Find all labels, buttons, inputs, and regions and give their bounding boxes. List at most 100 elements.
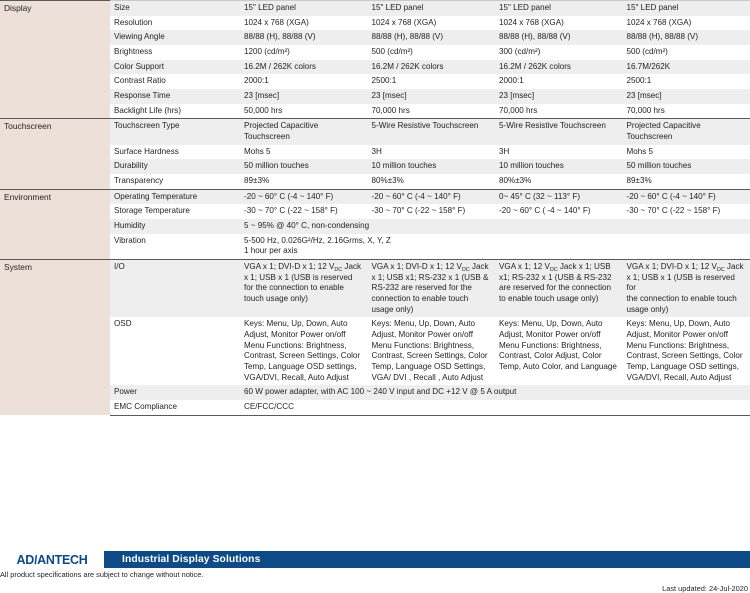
- spec-value-cell: 88/88 (H), 88/88 (V): [495, 30, 623, 45]
- spec-value-cell: 50 million touches: [240, 159, 368, 174]
- spec-value-cell: -30 ~ 70° C (-22 ~ 158° F): [623, 204, 750, 219]
- spec-value-cell: 1200 (cd/m²): [240, 45, 368, 60]
- spec-value-cell: VGA x 1; DVI-D x 1; 12 VDC Jack x 1; USB…: [623, 260, 750, 318]
- spec-name-cell: Contrast Ratio: [110, 74, 240, 89]
- spec-value-cell: Keys: Menu, Up, Down, Auto Adjust, Monit…: [495, 317, 623, 385]
- section-group-label: Environment: [0, 189, 110, 259]
- section-group-label: Touchscreen: [0, 119, 110, 189]
- spec-value-cell: 23 [msec]: [368, 89, 496, 104]
- spec-value-cell: 15" LED panel: [495, 1, 623, 16]
- spec-name-cell: Resolution: [110, 16, 240, 31]
- spec-value-cell: Keys: Menu, Up, Down, Auto Adjust, Monit…: [240, 317, 368, 385]
- spec-value-cell: 23 [msec]: [495, 89, 623, 104]
- spec-value-cell: 70,000 hrs: [368, 104, 496, 119]
- table-row: Brightness1200 (cd/m²) 500 (cd/m²)300 (cd…: [0, 45, 750, 60]
- table-row: Backlight Life (hrs)50,000 hrs70,000 hrs…: [0, 104, 750, 119]
- table-row: Durability50 million touches10 million t…: [0, 159, 750, 174]
- spec-name-cell: Durability: [110, 159, 240, 174]
- spec-value-cell: 89±3%: [623, 174, 750, 189]
- spec-name-cell: Backlight Life (hrs): [110, 104, 240, 119]
- spec-value-cell: 0~ 45° C (32 ~ 113° F): [495, 189, 623, 204]
- spec-name-cell: Transparency: [110, 174, 240, 189]
- spec-value-cell: 5-500 Hz, 0.026G²/Hz, 2.16Grms, X, Y, Z1…: [240, 234, 750, 260]
- table-row: SystemI/OVGA x 1; DVI-D x 1; 12 VDC Jack…: [0, 260, 750, 318]
- spec-value-cell: 2000:1: [240, 74, 368, 89]
- table-row: Viewing Angle88/88 (H), 88/88 (V)88/88 (…: [0, 30, 750, 45]
- spec-value-cell: VGA x 1; DVI-D x 1; 12 VDC Jack x 1; USB…: [240, 260, 368, 318]
- spec-value-cell: 500 (cd/m²): [623, 45, 750, 60]
- spec-value-cell: 1024 x 768 (XGA): [368, 16, 496, 31]
- footer-brand-bar: AD\ANTECH Industrial Display Solutions: [0, 551, 750, 568]
- spec-name-cell: Color Support: [110, 60, 240, 75]
- spec-name-cell: Vibration: [110, 234, 240, 260]
- spec-value-cell: 3H: [368, 145, 496, 160]
- spec-name-cell: Viewing Angle: [110, 30, 240, 45]
- table-row: Resolution1024 x 768 (XGA)1024 x 768 (XG…: [0, 16, 750, 31]
- spec-value-cell: -20 ~ 60° C (-4 ~ 140° F): [623, 189, 750, 204]
- disclaimer-text: All product specifications are subject t…: [0, 570, 203, 579]
- spec-value-cell: 50 million touches: [623, 159, 750, 174]
- spec-name-cell: Operating Temperature: [110, 189, 240, 204]
- table-row: Storage Temperature -30 ~ 70° C (-22 ~ 15…: [0, 204, 750, 219]
- spec-value-cell: 16.7M/262K: [623, 60, 750, 75]
- spec-value-cell: CE/FCC/CCC: [240, 400, 750, 415]
- spec-value-cell: VGA x 1; DVI-D x 1; 12 VDC Jack x 1; USB…: [368, 260, 496, 318]
- spec-value-cell: 300 (cd/m²): [495, 45, 623, 60]
- spec-value-cell: 88/88 (H), 88/88 (V): [240, 30, 368, 45]
- table-row: Surface HardnessMohs 53H3HMohs 5: [0, 145, 750, 160]
- page-footer: AD\ANTECH Industrial Display Solutions A…: [0, 551, 750, 593]
- spec-name-cell: Touchscreen Type: [110, 119, 240, 145]
- spec-value-cell: -20 ~ 60° C (-4 ~ 140° F): [368, 189, 496, 204]
- spec-value-cell: 89±3%: [240, 174, 368, 189]
- spec-value-cell: 5 ~ 95% @ 40° C, non-condensing: [240, 219, 750, 234]
- spec-value-cell: 2000:1: [495, 74, 623, 89]
- specification-table: DisplaySize15" LED panel15" LED panel15"…: [0, 0, 750, 416]
- spec-value-cell: 5-Wire Resistive Touchscreen: [495, 119, 623, 145]
- spec-name-cell: Brightness: [110, 45, 240, 60]
- footer-note-row: All product specifications are subject t…: [0, 568, 750, 593]
- table-row: OSDKeys: Menu, Up, Down, Auto Adjust, Mo…: [0, 317, 750, 385]
- spec-value-cell: 16.2M / 262K colors: [240, 60, 368, 75]
- spec-value-cell: Keys: Menu, Up, Down, Auto Adjust, Monit…: [368, 317, 496, 385]
- section-group-label: Display: [0, 1, 110, 119]
- spec-value-cell: 15" LED panel: [368, 1, 496, 16]
- spec-name-cell: Storage Temperature: [110, 204, 240, 219]
- spec-name-cell: Power: [110, 385, 240, 400]
- spec-value-cell: 5-Wire Resistive Touchscreen: [368, 119, 496, 145]
- spec-value-cell: Projected Capacitive Touchscreen: [623, 119, 750, 145]
- spec-value-cell: VGA x 1; 12 VDC Jack x 1; USB x1; RS-232…: [495, 260, 623, 318]
- spec-value-cell: 1024 x 768 (XGA): [240, 16, 368, 31]
- spec-value-cell: 2500:1: [623, 74, 750, 89]
- spec-name-cell: Humidity: [110, 219, 240, 234]
- logo-text-after: ANTECH: [37, 553, 87, 567]
- spec-value-cell: 70,000 hrs: [623, 104, 750, 119]
- spec-value-cell: 80%±3%: [368, 174, 496, 189]
- spec-name-cell: EMC Compliance: [110, 400, 240, 415]
- specification-table-body: DisplaySize15" LED panel15" LED panel15"…: [0, 1, 750, 416]
- table-row: Color Support16.2M / 262K colors16.2M / …: [0, 60, 750, 75]
- table-row: Transparency89±3%80%±3%80%±3%89±3%: [0, 174, 750, 189]
- table-row: Humidity5 ~ 95% @ 40° C, non-condensing: [0, 219, 750, 234]
- spec-value-cell: 16.2M / 262K colors: [368, 60, 496, 75]
- spec-value-cell: 88/88 (H), 88/88 (V): [368, 30, 496, 45]
- spec-value-cell: 15" LED panel: [623, 1, 750, 16]
- spec-value-cell: 10 million touches: [495, 159, 623, 174]
- table-row: TouchscreenTouchscreen TypeProjected Cap…: [0, 119, 750, 145]
- spec-value-cell: Projected Capacitive Touchscreen: [240, 119, 368, 145]
- spec-value-cell: 60 W power adapter, with AC 100 ~ 240 V …: [240, 385, 750, 400]
- spec-name-cell: I/O: [110, 260, 240, 318]
- spec-value-cell: 23 [msec]: [623, 89, 750, 104]
- spec-value-cell: -20 ~ 60° C (-4 ~ 140° F): [240, 189, 368, 204]
- spec-value-cell: 23 [msec]: [240, 89, 368, 104]
- spec-name-cell: OSD: [110, 317, 240, 385]
- spec-value-cell: 50,000 hrs: [240, 104, 368, 119]
- footer-bar-title: Industrial Display Solutions: [104, 551, 750, 568]
- spec-value-cell: 16.2M / 262K colors: [495, 60, 623, 75]
- spec-value-cell: Keys: Menu, Up, Down, Auto Adjust, Monit…: [623, 317, 750, 385]
- spec-value-cell: 10 million touches: [368, 159, 496, 174]
- spec-value-cell: 70,000 hrs: [495, 104, 623, 119]
- spec-value-cell: 88/88 (H), 88/88 (V): [623, 30, 750, 45]
- table-row: Response Time23 [msec]23 [msec]23 [msec]…: [0, 89, 750, 104]
- advantech-logo: AD\ANTECH: [0, 551, 104, 568]
- specification-table-container: DisplaySize15" LED panel15" LED panel15"…: [0, 0, 750, 540]
